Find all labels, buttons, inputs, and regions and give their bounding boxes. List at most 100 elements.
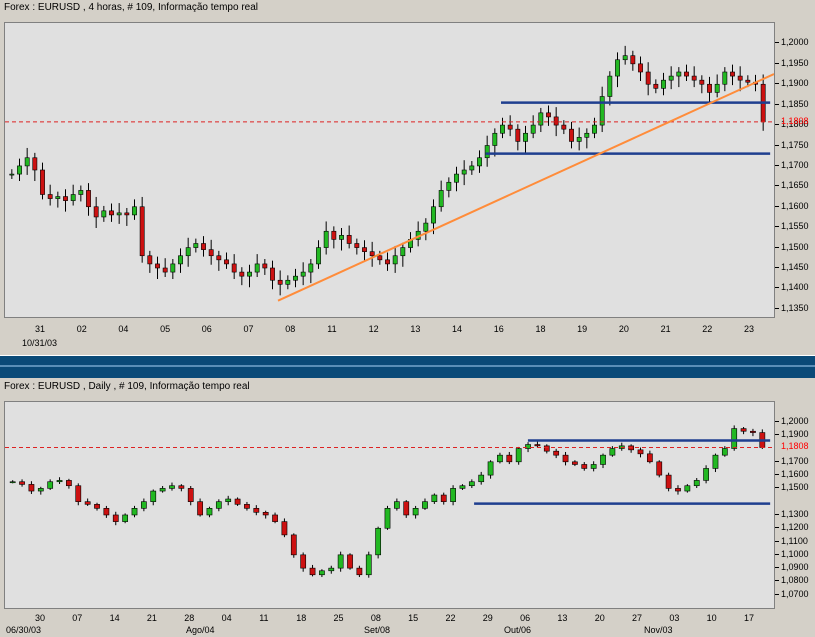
current-price-label: 1,1808 <box>781 441 809 452</box>
y-tick-mark <box>775 513 779 515</box>
candle <box>693 478 700 488</box>
candle <box>122 513 129 524</box>
candle <box>239 267 245 286</box>
x-tick-label: 15 <box>408 613 419 623</box>
x-tick-label: 08 <box>285 324 296 334</box>
candle <box>530 115 536 139</box>
candle <box>75 483 82 506</box>
candle <box>272 512 278 524</box>
candle <box>290 533 297 558</box>
candle <box>714 74 720 98</box>
y-tick-mark <box>775 527 779 529</box>
candle <box>584 128 590 149</box>
y-tick-mark <box>775 246 779 248</box>
x-tick-label: 28 <box>184 613 195 623</box>
candle <box>668 66 674 90</box>
bottom-chart-panel: Forex : EURUSD , Daily , # 109, Informaç… <box>0 377 815 637</box>
candle <box>384 505 391 530</box>
candle <box>112 511 119 526</box>
candle <box>40 162 45 200</box>
y-tick-mark <box>775 42 779 44</box>
candle <box>446 177 452 198</box>
candle <box>740 426 747 435</box>
bottom-plot-area[interactable] <box>4 401 775 609</box>
candle <box>231 254 237 280</box>
candle <box>234 497 241 506</box>
candle <box>28 481 35 494</box>
candle <box>225 495 232 506</box>
candle <box>197 498 203 517</box>
candle <box>699 75 705 94</box>
x-tick-label: 11 <box>327 324 337 334</box>
x-tick-label: 18 <box>535 324 546 334</box>
candle <box>450 485 456 506</box>
candle <box>47 479 54 490</box>
top-chart-title: Forex : EURUSD , 4 horas, # 109, Informa… <box>4 2 258 13</box>
candle <box>328 565 335 574</box>
candle <box>722 67 728 92</box>
x-tick-label: 25 <box>333 613 344 623</box>
y-tick-label: 1,1450 <box>781 262 809 272</box>
x-tick-label: 21 <box>146 613 157 623</box>
x-date-label: Ago/04 <box>186 625 215 635</box>
candle <box>140 498 147 512</box>
candle <box>712 453 719 473</box>
candle <box>487 460 494 479</box>
y-tick-label: 1,1700 <box>781 455 809 466</box>
candle <box>615 52 620 88</box>
candle <box>178 484 185 492</box>
x-tick-label: 29 <box>482 613 493 623</box>
x-tick-label: 04 <box>118 324 129 334</box>
candle <box>63 189 68 212</box>
y-tick-label: 1,0800 <box>781 575 809 586</box>
candle <box>319 569 325 578</box>
candle <box>339 227 344 251</box>
candle <box>400 242 406 267</box>
y-tick-mark <box>775 83 779 85</box>
x-tick-label: 27 <box>632 613 643 623</box>
candle <box>750 428 756 437</box>
y-tick-label: 1,1500 <box>781 241 809 252</box>
x-tick-label: 30 <box>34 613 46 623</box>
candle <box>47 184 53 206</box>
candle <box>438 180 444 212</box>
y-tick-mark <box>775 420 779 422</box>
candle <box>70 184 76 206</box>
candle <box>262 510 269 519</box>
candle <box>497 452 503 464</box>
candle <box>506 451 513 465</box>
candle <box>365 551 372 578</box>
candle <box>93 196 99 228</box>
candle <box>665 472 672 492</box>
trend-line[interactable] <box>277 73 774 302</box>
candle <box>656 460 663 478</box>
candle <box>37 486 44 495</box>
candle <box>592 117 597 139</box>
top-plot-area[interactable] <box>4 22 775 318</box>
y-tick-label: 1,1400 <box>781 282 809 293</box>
candle <box>630 50 636 71</box>
x-tick-label: 12 <box>368 324 379 334</box>
candle <box>590 461 597 472</box>
candle <box>309 564 316 577</box>
candle <box>86 183 91 216</box>
candle <box>103 505 110 518</box>
candle <box>454 166 459 192</box>
y-tick-mark <box>775 185 779 187</box>
x-date-label: 06/30/03 <box>6 625 42 635</box>
candle <box>323 221 329 255</box>
candle <box>572 460 578 467</box>
candle <box>684 64 689 81</box>
candle <box>600 453 606 469</box>
x-tick-label: 04 <box>221 613 232 623</box>
y-tick-mark <box>775 124 779 126</box>
x-tick-label: 22 <box>445 613 456 623</box>
panel-splitter[interactable] <box>0 355 815 378</box>
x-tick-label: 20 <box>618 324 629 334</box>
y-tick-label: 1,2000 <box>781 415 809 426</box>
y-tick-label: 1,1350 <box>781 302 809 313</box>
y-tick-mark <box>775 553 779 555</box>
candle <box>730 64 735 86</box>
y-tick-label: 1,1900 <box>781 78 809 89</box>
candle <box>653 79 659 94</box>
